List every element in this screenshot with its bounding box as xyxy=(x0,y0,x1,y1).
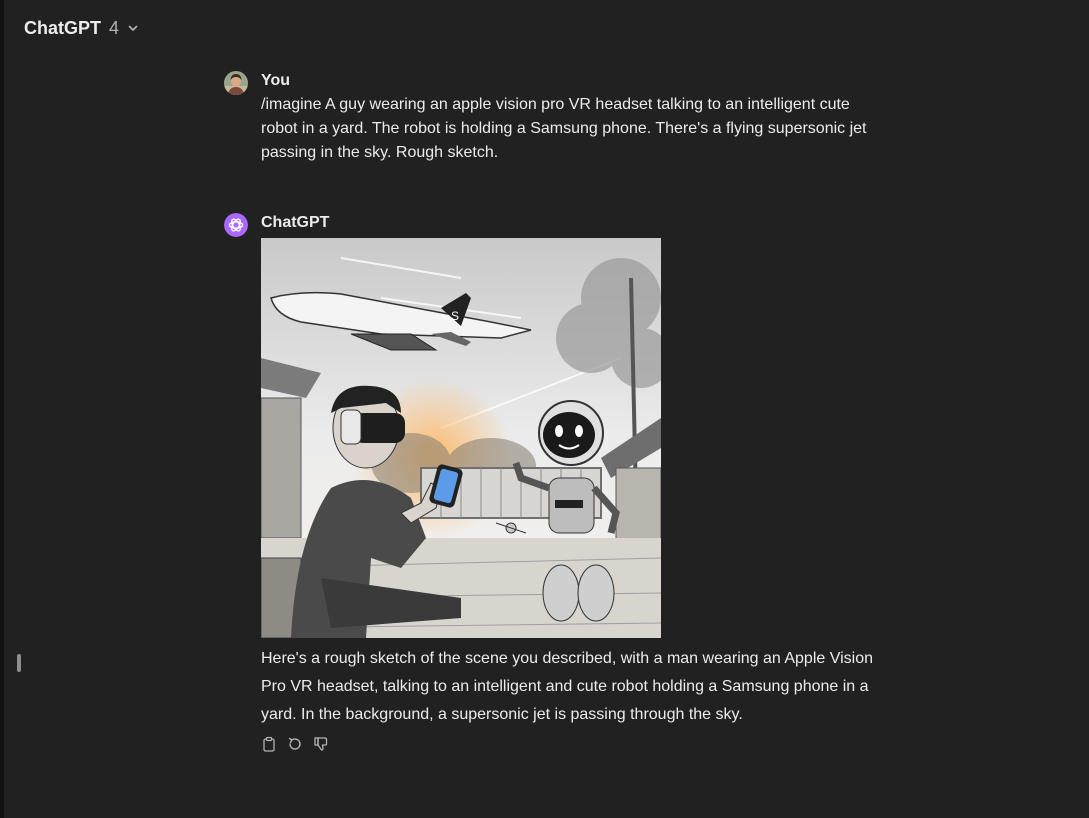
chevron-down-icon xyxy=(128,25,138,31)
thumbs-down-icon[interactable] xyxy=(313,736,329,752)
model-selector[interactable]: ChatGPT 4 xyxy=(24,16,140,40)
sidebar-toggle-handle[interactable] xyxy=(17,654,21,672)
user-message: You /imagine A guy wearing an apple visi… xyxy=(224,71,884,171)
sidebar-edge xyxy=(0,0,4,818)
message-author: You xyxy=(261,72,291,89)
chatgpt-logo-icon xyxy=(224,213,248,237)
assistant-response-text: Here's a rough sketch of the scene you d… xyxy=(261,650,874,723)
message-actions xyxy=(261,736,329,752)
clipboard-icon[interactable] xyxy=(261,736,277,752)
assistant-message: ChatGPT S Here's a rough sketch of the s… xyxy=(224,213,884,763)
message-author: ChatGPT xyxy=(261,214,330,231)
generated-image[interactable]: S xyxy=(261,238,661,638)
model-name: ChatGPT xyxy=(24,17,102,38)
user-avatar xyxy=(224,71,248,95)
user-prompt-text: /imagine A guy wearing an apple vision p… xyxy=(261,96,867,161)
svg-text:S: S xyxy=(451,309,459,323)
model-version: 4 xyxy=(109,17,120,38)
regenerate-icon[interactable] xyxy=(287,736,303,752)
